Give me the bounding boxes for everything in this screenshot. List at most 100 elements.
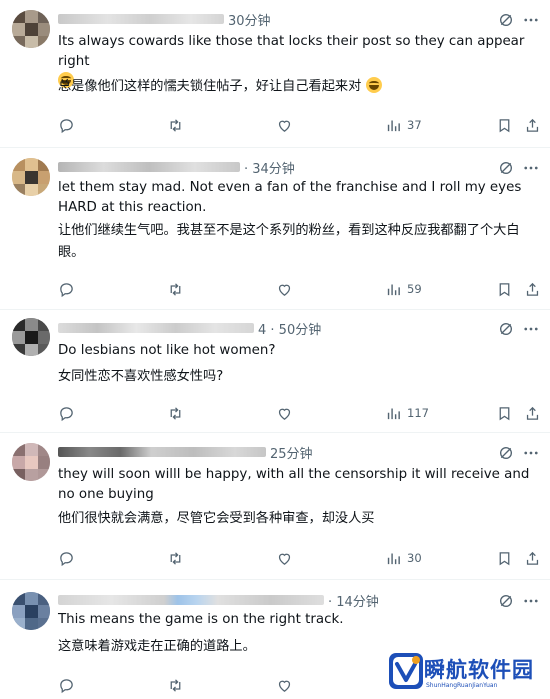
views-button[interactable]: 30 <box>385 549 422 567</box>
reply-button[interactable] <box>58 116 75 134</box>
more-icon[interactable] <box>522 444 540 462</box>
repost-button[interactable] <box>167 280 184 298</box>
tweet-text: This means the game is on the right trac… <box>58 612 344 627</box>
timestamp[interactable]: 25分钟 <box>270 443 313 462</box>
reply-tweet[interactable]: 4 · 50分钟 Do lesbians not like hot women?… <box>0 310 550 433</box>
avatar[interactable] <box>12 592 50 630</box>
tweet-translation: 女同性恋不喜欢性感女性吗? <box>58 369 224 384</box>
bookmark-button[interactable] <box>496 549 513 567</box>
timestamp[interactable]: · 14分钟 <box>328 591 379 610</box>
repost-button[interactable] <box>167 116 184 134</box>
reply-button[interactable] <box>58 549 75 567</box>
blurred-username[interactable] <box>58 14 224 24</box>
repost-button[interactable] <box>167 549 184 567</box>
bookmark-button[interactable] <box>496 280 513 298</box>
like-button[interactable] <box>276 549 293 567</box>
tweet-text: Do lesbians not like hot women? <box>58 343 276 358</box>
views-count: 117 <box>407 406 429 420</box>
reply-button[interactable] <box>58 676 75 694</box>
tweet-translation: 让他们继续生气吧。我甚至不是这个系列的粉丝，看到这种反应我都翻了个大白眼。 <box>58 223 520 260</box>
avatar[interactable] <box>12 443 50 481</box>
repost-button[interactable] <box>167 676 184 694</box>
timestamp[interactable]: 4 · 50分钟 <box>258 319 321 338</box>
tweet-header: · 34分钟 <box>58 158 295 177</box>
reply-icon <box>60 118 73 133</box>
blurred-username[interactable] <box>58 323 254 333</box>
grok-icon[interactable] <box>498 445 514 461</box>
reply-icon <box>60 406 73 421</box>
reply-button[interactable] <box>58 280 75 298</box>
share-button[interactable] <box>524 116 541 134</box>
tweet-header: 4 · 50分钟 <box>58 319 321 338</box>
laughing-emoji-icon <box>365 77 382 93</box>
more-icon[interactable] <box>522 159 540 177</box>
more-icon[interactable] <box>522 592 540 610</box>
grok-icon[interactable] <box>498 12 514 28</box>
watermark-subtitle: ShunHangRuanJianYuan <box>426 682 498 689</box>
like-button[interactable] <box>276 280 293 298</box>
like-button[interactable] <box>276 404 293 422</box>
more-icon[interactable] <box>522 320 540 338</box>
tweet-translation: 总是像他们这样的懦夫锁住帖子，好让自己看起来对 <box>58 76 532 98</box>
repost-icon <box>170 551 181 565</box>
tweet-translation: 他们很快就会满意，尽管它会受到各种审查，却没人买 <box>58 511 375 526</box>
share-icon <box>526 282 539 296</box>
share-icon <box>526 406 539 420</box>
views-count: 59 <box>407 282 422 296</box>
repost-icon <box>170 678 181 692</box>
views-icon <box>387 120 400 131</box>
like-icon <box>278 680 291 692</box>
like-icon <box>278 553 291 565</box>
more-icon[interactable] <box>522 11 540 29</box>
bookmark-button[interactable] <box>496 116 513 134</box>
reply-icon <box>60 282 73 297</box>
timestamp[interactable]: 30分钟 <box>228 10 271 29</box>
views-count: 30 <box>407 551 422 565</box>
watermark-logo-icon <box>389 653 423 689</box>
avatar[interactable] <box>12 318 50 356</box>
like-button[interactable] <box>276 676 293 694</box>
tweet-header: 25分钟 <box>58 443 313 462</box>
like-icon <box>278 284 291 296</box>
share-icon <box>526 118 539 132</box>
repost-icon <box>170 282 181 296</box>
timestamp[interactable]: · 34分钟 <box>244 158 295 177</box>
grok-icon[interactable] <box>498 160 514 176</box>
grok-icon[interactable] <box>498 321 514 337</box>
views-icon <box>387 553 400 564</box>
blurred-username[interactable] <box>58 447 266 457</box>
blurred-username[interactable] <box>58 162 240 172</box>
share-button[interactable] <box>524 404 541 422</box>
reply-tweet[interactable]: 30分钟 Its always cowards like those that … <box>0 0 550 148</box>
share-button[interactable] <box>524 549 541 567</box>
grok-icon[interactable] <box>498 593 514 609</box>
avatar[interactable] <box>12 10 50 48</box>
views-button[interactable]: 117 <box>385 404 429 422</box>
site-watermark: 瞬航软件园 ShunHangRuanJianYuan <box>386 648 546 696</box>
views-button[interactable]: 59 <box>385 280 422 298</box>
repost-button[interactable] <box>167 404 184 422</box>
repost-icon <box>170 406 181 420</box>
bookmark-icon <box>499 551 510 565</box>
action-bar: 117 <box>58 404 541 422</box>
reply-tweet[interactable]: · 34分钟 let them stay mad. Not even a fan… <box>0 148 550 310</box>
bookmark-icon <box>499 118 510 132</box>
reply-tweet[interactable]: 25分钟 they will soon willl be happy, with… <box>0 433 550 580</box>
share-icon <box>526 551 539 565</box>
reply-icon <box>60 551 73 566</box>
like-button[interactable] <box>276 116 293 134</box>
views-button[interactable]: 37 <box>385 116 422 134</box>
reply-icon <box>60 678 73 693</box>
like-icon <box>278 120 291 132</box>
tweet-text: let them stay mad. Not even a fan of the… <box>58 180 522 215</box>
bookmark-icon <box>499 282 510 296</box>
tweet-text: they will soon willl be happy, with all … <box>58 467 530 502</box>
like-icon <box>278 408 291 420</box>
share-button[interactable] <box>524 280 541 298</box>
bookmark-icon <box>499 406 510 420</box>
bookmark-button[interactable] <box>496 404 513 422</box>
reply-button[interactable] <box>58 404 75 422</box>
avatar[interactable] <box>12 158 50 196</box>
repost-icon <box>170 118 181 132</box>
blurred-username[interactable] <box>58 595 324 605</box>
